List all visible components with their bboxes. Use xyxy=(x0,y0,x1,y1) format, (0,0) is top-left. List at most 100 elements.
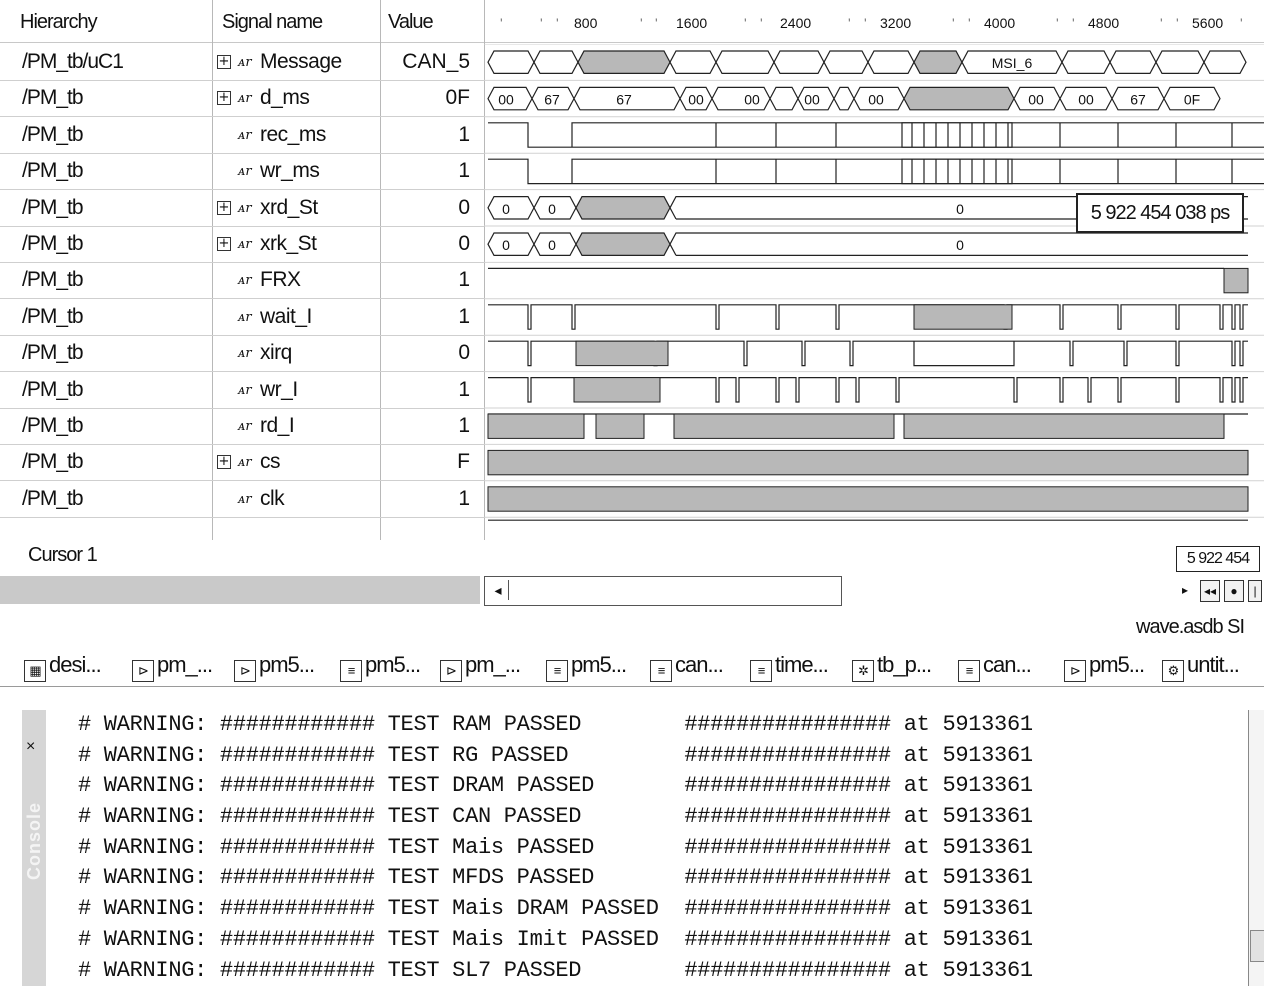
time-tick-label: 1600 xyxy=(676,15,708,31)
scroll-left-arrow-icon[interactable]: ◂ xyxy=(488,580,509,600)
tab-label: can... xyxy=(675,652,724,677)
bus-segment xyxy=(575,196,671,220)
signal-row-wr-i[interactable]: /PM_tb ᴀr wr_I 1 xyxy=(0,372,484,409)
signal-value: 1 xyxy=(458,377,470,401)
waveform-horizontal-scrollbar[interactable] xyxy=(484,576,842,606)
signal-hierarchy: /PM_tb xyxy=(22,341,84,365)
bus-segment xyxy=(669,50,717,74)
signal-row-xirq[interactable]: /PM_tb ᴀr xirq 0 xyxy=(0,335,484,373)
signal-type-icon: ᴀr xyxy=(238,237,252,252)
expand-icon[interactable]: + xyxy=(217,455,231,470)
activity-block xyxy=(673,413,895,439)
signal-value: CAN_5 xyxy=(402,50,470,73)
signal-row-xrk-st[interactable]: /PM_tb + ᴀr xrk_St 0 xyxy=(0,226,484,263)
document-icon: ≡ xyxy=(340,660,362,682)
signal-row-cs[interactable]: /PM_tb + ᴀr cs F xyxy=(0,444,484,482)
bus-segment xyxy=(1155,50,1205,74)
signal-row-rec-ms[interactable]: /PM_tb ᴀr rec_ms 1 xyxy=(0,117,484,154)
activity-block xyxy=(575,340,669,367)
tab-1[interactable]: ⊳ pm_... xyxy=(132,648,213,682)
next-icon[interactable]: | xyxy=(1248,580,1262,602)
cursor-label: Cursor 1 xyxy=(28,544,98,566)
tab-label: tb_p... xyxy=(877,652,932,677)
expand-icon[interactable]: + xyxy=(217,200,231,215)
tab-5[interactable]: ≡ pm5... xyxy=(546,648,627,682)
signal-row-xrd-st[interactable]: /PM_tb + ᴀr xrd_St 0 xyxy=(0,190,484,227)
unit-icon: ⚙ xyxy=(1162,660,1184,682)
tab-9[interactable]: ≡ can... xyxy=(958,648,1032,682)
tab-11[interactable]: ⚙ untit... xyxy=(1162,648,1240,682)
signal-row-wait-i[interactable]: /PM_tb ᴀr wait_I 1 xyxy=(0,299,484,336)
close-icon[interactable]: × xyxy=(26,738,35,756)
signal-value: 1 xyxy=(458,122,470,146)
tab-0[interactable]: ▦ desi... xyxy=(24,648,102,682)
bus-value-label: 67 xyxy=(544,92,560,108)
signal-row-wr-ms[interactable]: /PM_tb ᴀr wr_ms 1 xyxy=(0,153,484,191)
record-icon[interactable]: ● xyxy=(1224,580,1244,602)
bus-value-label: 00 xyxy=(1028,92,1044,108)
signal-value: 1 xyxy=(458,414,470,437)
console-line: # WARNING: ############ TEST DRAM PASSED… xyxy=(78,773,1033,799)
signal-row-clk[interactable]: /PM_tb ᴀr clk 1 xyxy=(0,481,484,518)
bus-value-label: 00 xyxy=(804,92,820,108)
bus-segment xyxy=(487,196,535,220)
play-icon[interactable]: ▸ xyxy=(1176,580,1194,600)
expand-icon[interactable]: + xyxy=(217,55,231,69)
signal-name: rec_ms xyxy=(260,122,326,146)
bus-segment xyxy=(533,50,579,74)
console-scroll-thumb[interactable] xyxy=(1250,930,1264,962)
console-line: # WARNING: ############ TEST Mais Imit P… xyxy=(78,926,1033,952)
time-tick-mark: ' xyxy=(540,15,543,31)
bus-segment xyxy=(913,50,963,74)
signal-hierarchy: /PM_tb xyxy=(22,122,84,146)
signal-value: 0 xyxy=(458,232,470,255)
hierarchy-column-header[interactable]: Hierarchy xyxy=(20,0,98,42)
tab-label: pm5... xyxy=(365,652,421,677)
console-output[interactable]: # WARNING: ############ TEST RAM PASSED … xyxy=(78,710,1033,986)
signal-name: d_ms xyxy=(260,86,310,110)
signal-type-icon: ᴀr xyxy=(238,382,252,398)
signal-name: xirq xyxy=(260,341,292,365)
xirq-low-region xyxy=(913,341,1015,367)
tab-7[interactable]: ≡ time... xyxy=(750,648,829,682)
bus-value-label: 0 xyxy=(548,201,556,217)
signal-row-message[interactable]: /PM_tb/uC1 + ᴀr Message CAN_5 xyxy=(0,44,484,81)
signal-name-column-header[interactable]: Signal name xyxy=(222,0,323,42)
bus-segment xyxy=(833,86,855,111)
signal-type-icon: ᴀr xyxy=(238,55,252,70)
waveform-viewer: Hierarchy Signal name Value 800 1600 2400 3… xyxy=(0,0,1264,540)
document-icon: ≡ xyxy=(546,660,568,682)
activity-block xyxy=(595,413,645,439)
expand-icon[interactable]: + xyxy=(217,91,231,106)
cursor-time-tooltip: 5 922 454 038 ps xyxy=(1076,193,1244,233)
signal-row-d-ms[interactable]: /PM_tb + ᴀr d_ms 0F xyxy=(0,80,484,118)
value-column-header[interactable]: Value xyxy=(388,0,434,42)
testbench-icon: ✲ xyxy=(852,660,874,682)
signal-name: wait_I xyxy=(260,304,312,328)
tab-8[interactable]: ✲ tb_p... xyxy=(852,648,932,682)
signal-hierarchy: /PM_tb xyxy=(22,268,84,292)
signal-value: 1 xyxy=(458,268,470,292)
tab-2[interactable]: ⊳ pm5... xyxy=(234,648,315,682)
bus-value-label: 00 xyxy=(688,92,704,108)
rewind-icon[interactable]: ◂◂ xyxy=(1200,580,1220,602)
signal-name: cs xyxy=(260,450,281,474)
tab-label: pm_... xyxy=(465,652,521,677)
time-tick-label: 2400 xyxy=(780,15,812,31)
tab-6[interactable]: ≡ can... xyxy=(650,648,724,682)
signal-row-rd-i[interactable]: /PM_tb ᴀr rd_I 1 xyxy=(0,408,484,445)
bus-segment xyxy=(487,50,535,74)
waveform-area[interactable]: MSI_600 67 67 00 00 00 00 00 00 67 0F0 0 00 0 0 xyxy=(484,44,1264,540)
name-pane-scrollbar[interactable] xyxy=(0,576,480,604)
tab-10[interactable]: ⊳ pm5... xyxy=(1064,648,1145,682)
bus-value-label: 00 xyxy=(868,92,884,108)
expand-icon[interactable]: + xyxy=(217,237,231,251)
tab-3[interactable]: ≡ pm5... xyxy=(340,648,421,682)
design-icon: ▦ xyxy=(24,660,46,682)
signal-row-frx[interactable]: /PM_tb ᴀr FRX 1 xyxy=(0,262,484,300)
tab-4[interactable]: ⊳ pm_... xyxy=(440,648,521,682)
time-tick-label: 800 xyxy=(574,15,598,31)
document-icon: ≡ xyxy=(750,660,772,682)
time-tick-label: 4000 xyxy=(984,15,1016,31)
header-divider xyxy=(0,42,1264,43)
